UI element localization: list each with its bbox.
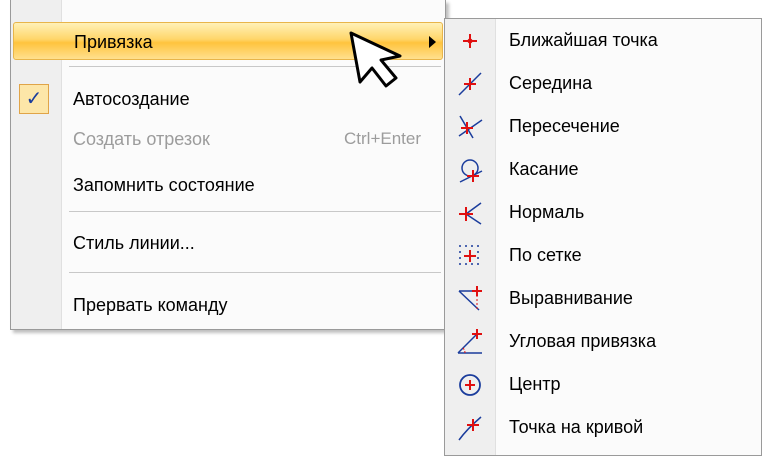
intersection-icon	[458, 115, 483, 139]
snap-item-alignment[interactable]: Выравнивание	[445, 277, 761, 320]
snap-item-label: По сетке	[509, 245, 582, 265]
tangent-icon	[459, 159, 483, 183]
snap-item-label: Выравнивание	[509, 288, 633, 308]
snap-item-label: Нормаль	[509, 202, 585, 222]
menu-separator	[69, 211, 441, 212]
center-icon	[459, 374, 481, 396]
menu-item-line-style-label: Стиль линии...	[73, 233, 195, 253]
menu-item-abort-command[interactable]: Прервать команду	[13, 286, 443, 324]
snap-item-label: Точка на кривой	[509, 417, 644, 437]
point-on-curve-icon	[458, 416, 482, 441]
mouse-pointer-icon	[349, 31, 402, 88]
menu-item-create-segment-shortcut: Ctrl+Enter	[344, 129, 421, 148]
menu-item-abort-command-label: Прервать команду	[73, 295, 228, 315]
menu-item-auto-create-label: Автосоздание	[73, 89, 190, 109]
snap-item-label: Середина	[509, 73, 593, 93]
snap-item-label: Касание	[509, 159, 579, 179]
snap-submenu: Ближайшая точка Середина Пересечение Кас…	[444, 18, 762, 456]
snap-item-normal[interactable]: Нормаль	[445, 191, 761, 234]
snap-item-nearest-point[interactable]: Ближайшая точка	[445, 19, 761, 62]
checkmark-icon: ✓	[19, 84, 49, 114]
menu-item-create-segment[interactable]: Создать отрезок Ctrl+Enter	[13, 120, 443, 158]
menu-item-snap-label: Привязка	[74, 32, 153, 52]
snap-item-center[interactable]: Центр	[445, 363, 761, 406]
nearest-point-icon	[463, 34, 477, 48]
screen: Привязка ✓ Автосоздание Создать отрезок …	[0, 0, 770, 456]
midpoint-icon	[458, 72, 482, 96]
snap-item-label: Пересечение	[509, 116, 620, 136]
angular-snap-icon	[457, 329, 482, 354]
normal-icon	[459, 202, 482, 225]
snap-item-label: Угловая привязка	[509, 331, 657, 351]
snap-item-label: Центр	[509, 374, 561, 394]
menu-item-remember-state-label: Запомнить состояние	[73, 175, 255, 195]
menu-item-line-style[interactable]: Стиль линии...	[13, 224, 443, 262]
snap-item-point-on-curve[interactable]: Точка на кривой	[445, 406, 761, 449]
menu-item-remember-state[interactable]: Запомнить состояние	[13, 166, 443, 204]
snap-item-label: Ближайшая точка	[509, 30, 658, 50]
menu-separator	[69, 272, 441, 273]
snap-item-tangent[interactable]: Касание	[445, 148, 761, 191]
menu-item-create-segment-label: Создать отрезок	[73, 129, 210, 149]
alignment-icon	[458, 286, 482, 311]
snap-item-intersection[interactable]: Пересечение	[445, 105, 761, 148]
snap-item-grid[interactable]: По сетке	[445, 234, 761, 277]
grid-snap-icon	[459, 245, 479, 265]
submenu-arrow-icon	[429, 36, 436, 48]
snap-item-midpoint[interactable]: Середина	[445, 62, 761, 105]
snap-item-angular[interactable]: Угловая привязка	[445, 320, 761, 363]
